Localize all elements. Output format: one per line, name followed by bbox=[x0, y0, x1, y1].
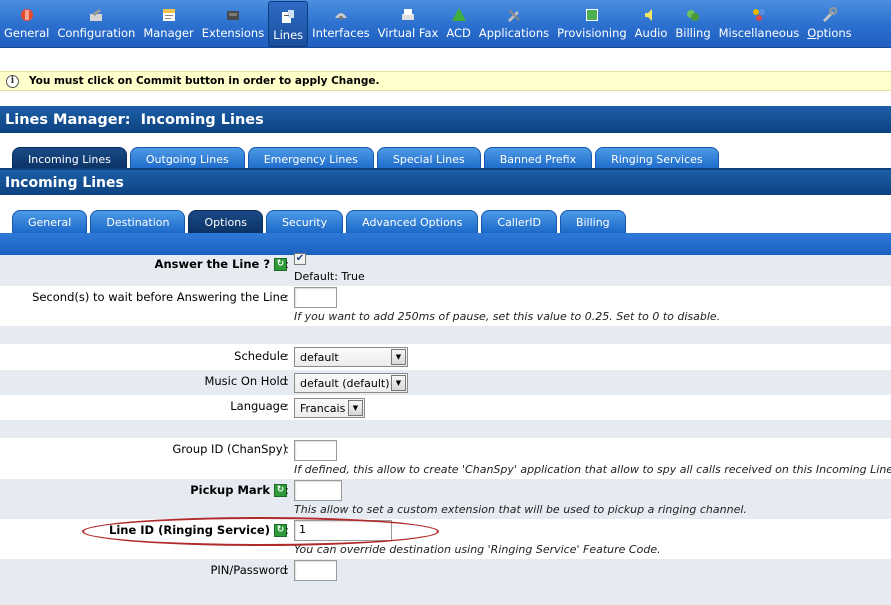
group-id-label: Group ID (ChanSpy) bbox=[172, 442, 287, 456]
interfaces-icon bbox=[334, 13, 347, 20]
tab-special-lines[interactable]: Special Lines bbox=[376, 147, 481, 170]
provisioning-icon bbox=[585, 9, 598, 21]
notice-text: You must click on Commit button in order… bbox=[29, 75, 380, 87]
chevron-down-icon: ▼ bbox=[391, 375, 406, 391]
row-line-id: Line ID (Ringing Service) ↻ : 1 You can … bbox=[0, 519, 891, 559]
wait-seconds-input[interactable] bbox=[294, 287, 337, 308]
primary-tabs: Incoming Lines Outgoing Lines Emergency … bbox=[12, 147, 719, 170]
tab-outgoing-lines[interactable]: Outgoing Lines bbox=[129, 147, 245, 170]
general-icon bbox=[20, 9, 33, 21]
page-title-bar: Lines Manager: Incoming Lines bbox=[0, 106, 891, 133]
toolbar-manager[interactable]: Manager bbox=[139, 0, 197, 48]
toolbar-applications[interactable]: Applications bbox=[475, 0, 553, 48]
lines-icon bbox=[282, 10, 295, 23]
tab-general[interactable]: General bbox=[12, 210, 88, 233]
line-id-hint: You can override destination using 'Ring… bbox=[294, 543, 661, 556]
toolbar-options[interactable]: Options bbox=[803, 0, 855, 48]
answer-default-text: Default: True bbox=[294, 270, 365, 283]
line-id-label: Line ID (Ringing Service) ↻ bbox=[109, 522, 287, 538]
group-id-hint: If defined, this allow to create 'ChanSp… bbox=[294, 463, 891, 476]
answer-line-checkbox[interactable]: ✔ bbox=[294, 253, 306, 265]
row-music-on-hold: Music On Hold : default (default) ▼ bbox=[0, 370, 891, 395]
main-toolbar: General Configuration Manager Extensions… bbox=[0, 0, 891, 48]
pin-label: PIN/Password bbox=[210, 563, 287, 577]
tab-billing[interactable]: Billing bbox=[559, 210, 626, 233]
tab-options[interactable]: Options bbox=[188, 210, 263, 233]
row-group-id: Group ID (ChanSpy) : If defined, this al… bbox=[0, 438, 891, 479]
toolbar-acd[interactable]: ACD bbox=[442, 0, 475, 48]
options-icon bbox=[823, 7, 838, 22]
row-answer-line: Answer the Line ? ↻ : ✔ Default: True bbox=[0, 253, 891, 286]
info-icon: i bbox=[6, 74, 19, 88]
row-pin: PIN/Password : bbox=[0, 559, 891, 605]
tab-banned-prefix[interactable]: Banned Prefix bbox=[483, 147, 593, 170]
tab-security[interactable]: Security bbox=[265, 210, 344, 233]
chevron-down-icon: ▼ bbox=[348, 400, 363, 416]
commit-notice: i You must click on Commit button in ord… bbox=[0, 71, 891, 91]
tab-emergency-lines[interactable]: Emergency Lines bbox=[247, 147, 374, 170]
schedule-label: Schedule bbox=[234, 349, 287, 363]
tab-incoming-lines[interactable]: Incoming Lines bbox=[12, 147, 127, 170]
billing-icon bbox=[686, 10, 699, 21]
pin-input[interactable] bbox=[294, 560, 337, 581]
music-on-hold-label: Music On Hold bbox=[204, 374, 287, 388]
toolbar-extensions[interactable]: Extensions bbox=[198, 0, 268, 48]
line-id-input[interactable]: 1 bbox=[294, 520, 392, 541]
toolbar-miscellaneous[interactable]: Miscellaneous bbox=[715, 0, 804, 48]
secondary-tabs: General Destination Options Security Adv… bbox=[12, 210, 626, 233]
chevron-down-icon: ▼ bbox=[391, 349, 406, 365]
applications-icon bbox=[508, 9, 520, 22]
miscellaneous-icon bbox=[752, 9, 765, 21]
configuration-icon bbox=[90, 9, 103, 21]
row-spacer bbox=[0, 326, 891, 344]
group-id-input[interactable] bbox=[294, 440, 337, 461]
pickup-mark-label: Pickup Mark ↻ bbox=[190, 482, 287, 498]
tab-destination[interactable]: Destination bbox=[90, 210, 186, 233]
wait-seconds-hint: If you want to add 250ms of pause, set t… bbox=[294, 310, 721, 323]
row-pickup-mark: Pickup Mark ↻ : This allow to set a cust… bbox=[0, 479, 891, 519]
language-label: Language bbox=[230, 399, 287, 413]
tab-ringing-services[interactable]: Ringing Services bbox=[595, 147, 719, 170]
schedule-select[interactable]: default ▼ bbox=[294, 347, 408, 367]
toolbar-audio[interactable]: Audio bbox=[631, 0, 672, 48]
music-on-hold-select[interactable]: default (default) ▼ bbox=[294, 373, 408, 393]
row-wait-seconds: Second(s) to wait before Answering the L… bbox=[0, 286, 891, 326]
section-title: Incoming Lines bbox=[5, 174, 124, 191]
row-schedule: Schedule : default ▼ bbox=[0, 344, 891, 370]
toolbar-general[interactable]: General bbox=[0, 0, 53, 48]
row-language: Language : Francais ▼ bbox=[0, 395, 891, 420]
tab-advanced-options[interactable]: Advanced Options bbox=[346, 210, 479, 233]
audio-icon bbox=[645, 9, 653, 21]
section-title-bar: Incoming Lines bbox=[0, 170, 891, 195]
wait-seconds-label: Second(s) to wait before Answering the L… bbox=[32, 290, 287, 304]
tab-callerid[interactable]: CallerID bbox=[481, 210, 557, 233]
pickup-mark-input[interactable] bbox=[294, 480, 342, 501]
page-title: Lines Manager: Incoming Lines bbox=[5, 111, 264, 128]
fax-icon bbox=[401, 9, 414, 20]
acd-icon bbox=[451, 8, 466, 21]
answer-line-label: Answer the Line ? ↻ bbox=[155, 256, 287, 272]
pickup-mark-hint: This allow to set a custom extension tha… bbox=[294, 503, 747, 516]
form-header-strip bbox=[0, 233, 891, 255]
toolbar-billing[interactable]: Billing bbox=[671, 0, 714, 48]
extensions-icon bbox=[226, 11, 239, 20]
manager-icon bbox=[162, 9, 175, 21]
toolbar-configuration[interactable]: Configuration bbox=[53, 0, 139, 48]
language-select[interactable]: Francais ▼ bbox=[294, 398, 365, 418]
toolbar-lines[interactable]: Lines bbox=[268, 1, 309, 47]
toolbar-virtual-fax[interactable]: Virtual Fax bbox=[374, 0, 443, 48]
toolbar-provisioning[interactable]: Provisioning bbox=[553, 0, 631, 48]
row-spacer bbox=[0, 420, 891, 438]
toolbar-interfaces[interactable]: Interfaces bbox=[308, 0, 373, 48]
